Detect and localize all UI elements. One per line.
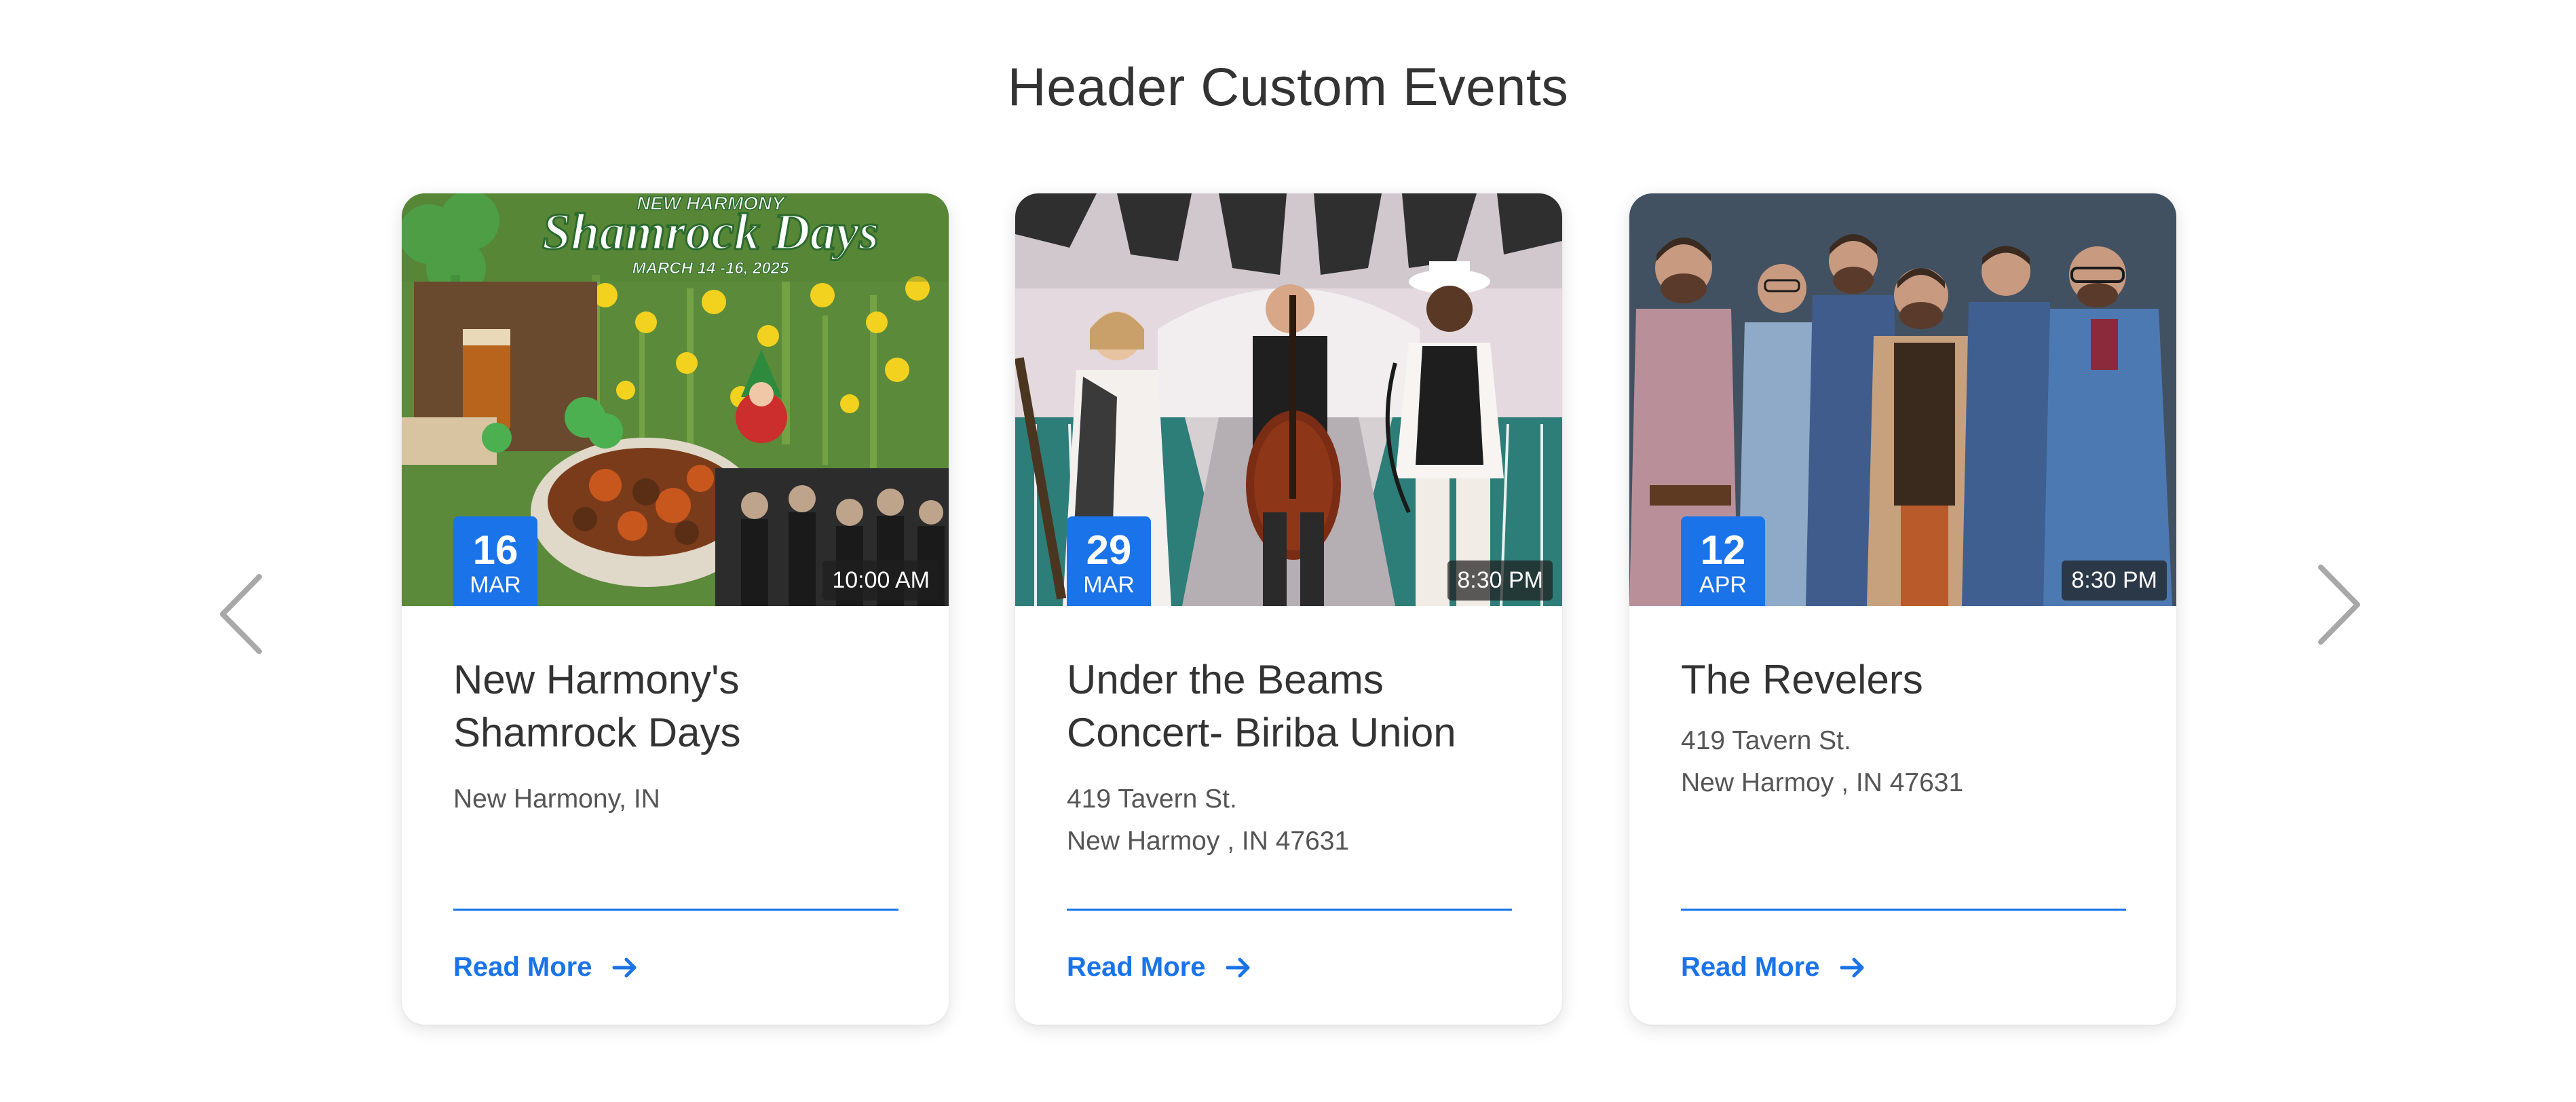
event-address: New Harmony, IN bbox=[453, 778, 898, 820]
read-more-link[interactable]: Read More bbox=[1067, 952, 1252, 983]
event-time: 10:00 AM bbox=[822, 560, 939, 601]
event-card[interactable]: NEW HARMONY Shamrock Days MARCH 14 -16, … bbox=[402, 193, 949, 1025]
date-day: 16 bbox=[472, 527, 518, 573]
address-line-1: 419 Tavern St. bbox=[1067, 784, 1237, 814]
address-line-2: New Harmoy , IN 47631 bbox=[1681, 768, 1964, 797]
card-divider bbox=[1681, 909, 2126, 911]
event-title[interactable]: New Harmony's Shamrock Days bbox=[453, 653, 898, 759]
address-line-2: New Harmoy , IN 47631 bbox=[1067, 826, 1350, 856]
event-title[interactable]: Under the Beams Concert- Biriba Union bbox=[1067, 653, 1512, 759]
chevron-left-icon bbox=[220, 574, 262, 654]
event-image[interactable]: 29 MAR 8:30 PM bbox=[1015, 193, 1562, 606]
event-image[interactable]: NEW HARMONY Shamrock Days MARCH 14 -16, … bbox=[402, 193, 949, 606]
date-month: APR bbox=[1699, 572, 1747, 598]
event-time: 8:30 PM bbox=[2062, 560, 2167, 601]
read-more-link[interactable]: Read More bbox=[1681, 952, 1866, 983]
carousel-prev-button[interactable] bbox=[212, 570, 266, 658]
event-address: 419 Tavern St. New Harmoy , IN 47631 bbox=[1067, 778, 1512, 862]
card-divider bbox=[453, 909, 898, 911]
event-card[interactable]: 29 MAR 8:30 PM Under the Beams Concert- … bbox=[1015, 193, 1562, 1025]
event-card[interactable]: 12 APR 8:30 PM The Revelers 419 Tavern S… bbox=[1629, 193, 2176, 1025]
poster-banner-dates: MARCH 14 -16, 2025 bbox=[632, 259, 789, 278]
poster-banner-main: Shamrock Days bbox=[542, 204, 879, 261]
card-divider bbox=[1067, 909, 1512, 911]
event-image[interactable]: 12 APR 8:30 PM bbox=[1629, 193, 2176, 606]
carousel-next-button[interactable] bbox=[2314, 560, 2368, 649]
date-badge: 29 MAR bbox=[1067, 516, 1151, 606]
event-title[interactable]: The Revelers bbox=[1681, 653, 2126, 706]
date-month: MAR bbox=[1083, 572, 1135, 598]
arrow-right-icon bbox=[612, 957, 636, 977]
date-badge: 16 MAR bbox=[453, 516, 537, 606]
date-badge: 12 APR bbox=[1681, 516, 1765, 606]
read-more-label: Read More bbox=[453, 952, 592, 982]
date-month: MAR bbox=[470, 572, 521, 598]
address-line-1: New Harmony, IN bbox=[453, 784, 660, 814]
date-day: 12 bbox=[1700, 527, 1746, 573]
address-line-1: 419 Tavern St. bbox=[1681, 726, 1851, 755]
arrow-right-icon bbox=[1226, 957, 1249, 977]
chevron-right-icon bbox=[2318, 565, 2360, 645]
event-time: 8:30 PM bbox=[1447, 560, 1553, 601]
read-more-link[interactable]: Read More bbox=[453, 952, 639, 983]
read-more-label: Read More bbox=[1067, 952, 1206, 982]
date-day: 29 bbox=[1086, 527, 1132, 573]
read-more-label: Read More bbox=[1681, 952, 1820, 982]
section-title: Header Custom Events bbox=[1007, 56, 1569, 117]
arrow-right-icon bbox=[1840, 957, 1863, 977]
event-address: 419 Tavern St. New Harmoy , IN 47631 bbox=[1681, 720, 2126, 804]
